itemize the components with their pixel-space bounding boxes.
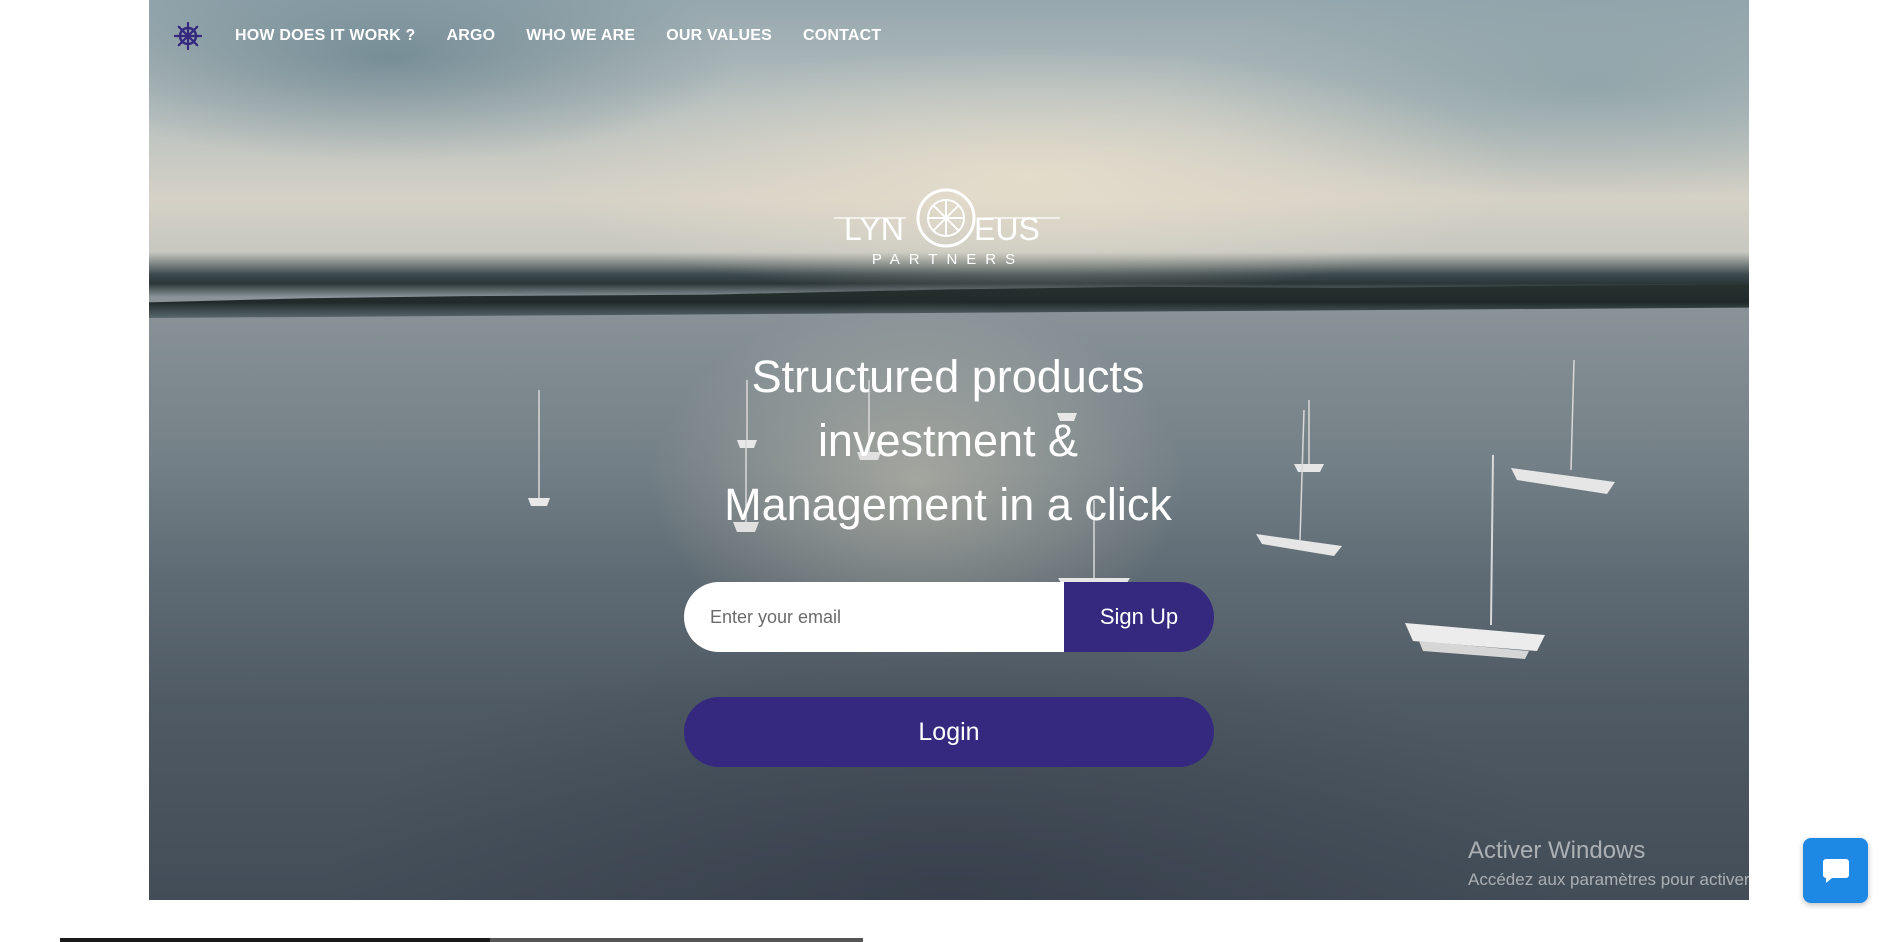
sailboat-image xyxy=(1256,410,1342,556)
watermark-title: Activer Windows xyxy=(1468,837,1646,864)
headline-line: Management in a click xyxy=(724,479,1172,530)
brand-logo: LYN EUS PARTNERS xyxy=(834,180,1064,280)
brand-tagline: PARTNERS xyxy=(872,251,1024,268)
nav-argo[interactable]: ARGO xyxy=(446,27,495,45)
headline-line: investment & xyxy=(817,415,1079,466)
divider xyxy=(60,938,490,942)
nav-who-we-are[interactable]: WHO WE ARE xyxy=(526,27,635,45)
nav-how-does-it-work[interactable]: HOW DOES IT WORK ? xyxy=(235,27,415,45)
sign-up-button[interactable]: Sign Up xyxy=(1064,582,1214,652)
chat-bubble-icon xyxy=(1822,858,1849,883)
top-navigation: HOW DOES IT WORK ? ARGO WHO WE ARE OUR V… xyxy=(149,0,1749,72)
login-button[interactable]: Login xyxy=(684,697,1214,767)
signup-form: Sign Up xyxy=(684,582,1214,652)
divider xyxy=(490,938,863,942)
ship-wheel-icon xyxy=(916,188,976,248)
windows-activation-watermark: Activer Windows Accédez aux paramètres p… xyxy=(1468,835,1828,893)
ship-wheel-icon[interactable] xyxy=(173,21,203,51)
sailboat-image xyxy=(528,390,550,506)
chat-button[interactable] xyxy=(1803,838,1868,903)
brand-name-right: EUS xyxy=(974,211,1040,247)
watermark-subtitle: Accédez aux paramètres pour activer Wind… xyxy=(1468,870,1828,889)
brand-name-left: LYN xyxy=(844,211,904,247)
headline-line: Structured products xyxy=(751,351,1145,402)
hero-headline: Structured products investment & Managem… xyxy=(648,345,1248,537)
email-input[interactable] xyxy=(684,582,1064,652)
page: HOW DOES IT WORK ? ARGO WHO WE ARE OUR V… xyxy=(0,0,1899,942)
catamaran-image xyxy=(1405,455,1545,659)
nav-contact[interactable]: CONTACT xyxy=(803,27,881,45)
nav-our-values[interactable]: OUR VALUES xyxy=(666,27,772,45)
